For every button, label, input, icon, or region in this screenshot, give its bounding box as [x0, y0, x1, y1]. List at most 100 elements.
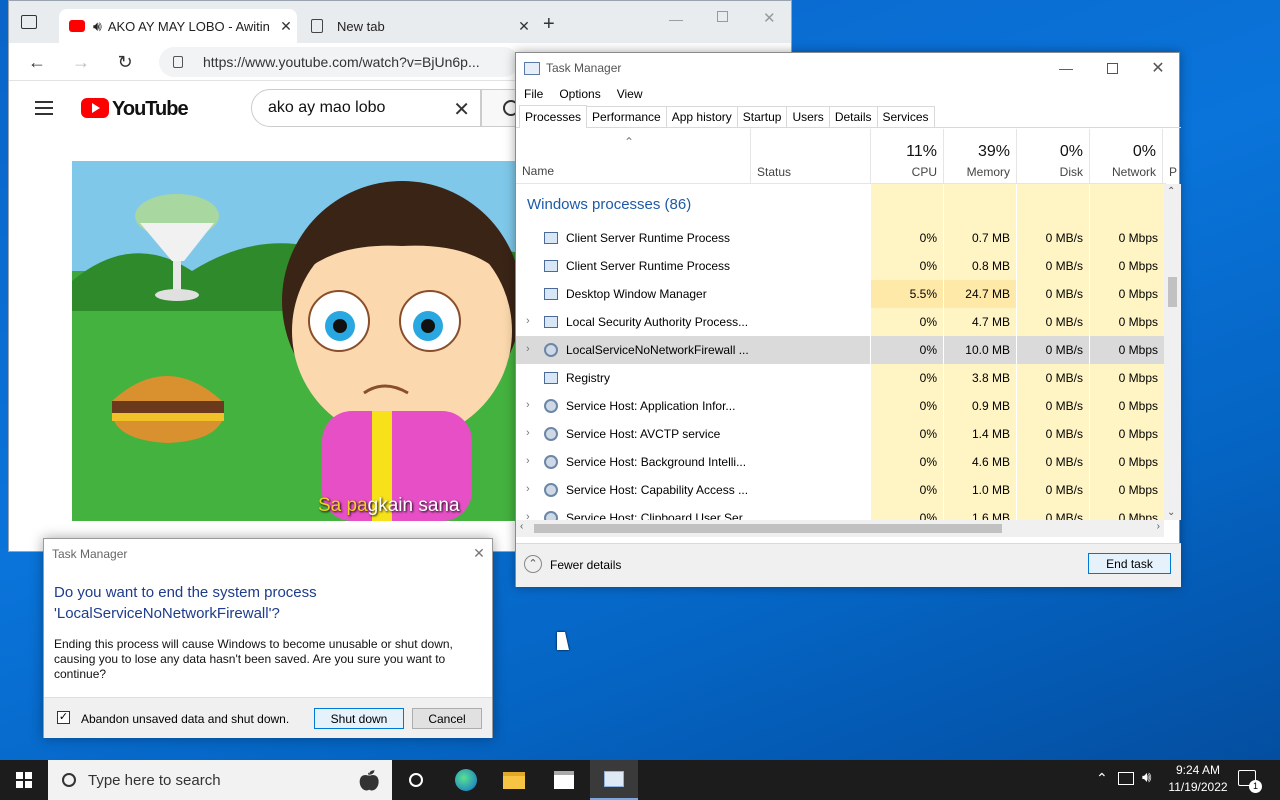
expand-chevron-icon[interactable]: ›	[526, 483, 530, 495]
tab-services[interactable]: Services	[876, 106, 935, 127]
clock[interactable]: 9:24 AM 11/19/2022	[1160, 762, 1236, 798]
volume-icon[interactable]: 🔊︎	[1142, 769, 1151, 786]
close-icon[interactable]: ✕	[763, 9, 776, 27]
col-power[interactable]: P	[1162, 129, 1177, 184]
tab-actions-icon[interactable]	[21, 15, 37, 29]
shut-down-button[interactable]: Shut down	[314, 708, 404, 729]
col-cpu[interactable]: 11% CPU	[870, 129, 943, 184]
minimize-icon[interactable]: —	[669, 11, 683, 27]
table-row[interactable]: › Service Host: Capability Access ... 0% 1.…	[516, 476, 1164, 504]
collapse-icon[interactable]: ⌃	[524, 555, 542, 573]
dialog-heading: Do you want to end the system process 'L…	[54, 584, 317, 622]
app-window-icon	[544, 232, 558, 244]
scroll-left-icon[interactable]: ‹	[520, 521, 523, 532]
youtube-logo-icon[interactable]	[81, 98, 109, 118]
file-explorer-icon[interactable]	[490, 760, 538, 800]
table-row[interactable]: › LocalServiceNoNetworkFirewall ... 0% 10.0…	[516, 336, 1164, 364]
expand-chevron-icon[interactable]: ›	[526, 343, 530, 355]
tab-performance[interactable]: Performance	[586, 106, 667, 127]
forward-icon[interactable]: →	[67, 49, 95, 75]
vertical-scrollbar[interactable]: ⌃ ⌄	[1164, 184, 1181, 520]
table-row[interactable]: Client Server Runtime Process 0% 0.7 MB 0 M…	[516, 224, 1164, 252]
address-bar[interactable]: https://www.youtube.com/watch?v=BjUn6p..…	[159, 47, 519, 77]
menu-options[interactable]: Options	[551, 87, 608, 101]
table-row[interactable]: Desktop Window Manager 5.5% 24.7 MB 0 MB/s 0…	[516, 280, 1164, 308]
disk-cell: 0 MB/s	[1017, 448, 1089, 476]
col-network[interactable]: 0% Network	[1089, 129, 1162, 184]
disk-cell: 0 MB/s	[1017, 280, 1089, 308]
cancel-button[interactable]: Cancel	[412, 708, 482, 729]
youtube-logo-text[interactable]: YouTube	[112, 98, 189, 121]
tab-app-history[interactable]: App history	[665, 106, 738, 127]
scroll-thumb[interactable]	[1168, 277, 1177, 307]
memory-cell: 0.7 MB	[944, 224, 1016, 252]
scroll-down-icon[interactable]: ⌄	[1167, 507, 1175, 518]
scroll-up-icon[interactable]: ⌃	[1167, 186, 1175, 197]
notification-badge: 1	[1249, 780, 1262, 793]
close-icon[interactable]: ✕	[1135, 53, 1181, 83]
close-tab-icon[interactable]: ✕	[275, 18, 297, 35]
task-view-icon[interactable]	[392, 760, 440, 800]
close-tab-icon[interactable]: ✕	[513, 18, 535, 35]
checkbox-label[interactable]: Abandon unsaved data and shut down.	[81, 712, 289, 726]
fewer-details-link[interactable]: Fewer details	[550, 558, 621, 572]
table-row[interactable]: › Service Host: AVCTP service 0% 1.4 MB 0 MB…	[516, 420, 1164, 448]
scroll-right-icon[interactable]: ›	[1157, 521, 1160, 532]
expand-chevron-icon[interactable]: ›	[526, 315, 530, 327]
network-icon[interactable]	[1118, 772, 1134, 785]
table-row[interactable]: › Local Security Authority Process... 0% 4.…	[516, 308, 1164, 336]
minimize-icon[interactable]: —	[1043, 53, 1089, 83]
start-button[interactable]	[0, 760, 48, 800]
expand-chevron-icon[interactable]: ›	[526, 427, 530, 439]
expand-chevron-icon[interactable]: ›	[526, 511, 530, 520]
search-input[interactable]: ako ay mao lobo ✕	[251, 89, 481, 127]
clear-search-icon[interactable]: ✕	[453, 97, 470, 122]
col-status[interactable]: Status	[750, 129, 870, 184]
process-name: Local Security Authority Process...	[566, 315, 749, 329]
task-manager-taskbar-icon[interactable]	[590, 760, 638, 800]
table-row[interactable]: Client Server Runtime Process 0% 0.8 MB 0 M…	[516, 252, 1164, 280]
horizontal-scrollbar[interactable]: ‹ ›	[516, 520, 1164, 537]
menu-icon[interactable]	[35, 101, 53, 115]
close-icon[interactable]: ✕	[470, 544, 488, 562]
tab-startup[interactable]: Startup	[736, 106, 788, 127]
process-name-cell: › Service Host: AVCTP service	[516, 420, 870, 448]
scroll-thumb[interactable]	[534, 524, 1002, 533]
menu-view[interactable]: View	[609, 87, 651, 101]
speaker-icon[interactable]: 🔊︎	[93, 18, 102, 35]
taskbar-search[interactable]: Type here to search 🍎︎	[48, 760, 392, 800]
maximize-icon[interactable]	[717, 11, 728, 22]
tab-strip: 🔊︎ AKO AY MAY LOBO - Awitin ✕ New tab ✕ …	[9, 1, 791, 43]
end-task-button[interactable]: End task	[1088, 553, 1171, 574]
expand-chevron-icon[interactable]: ›	[526, 455, 530, 467]
tab-details[interactable]: Details	[828, 106, 878, 127]
tab-users[interactable]: Users	[786, 106, 830, 127]
col-disk[interactable]: 0% Disk	[1016, 129, 1089, 184]
table-row[interactable]: › Service Host: Background Intelli... 0% 4.…	[516, 448, 1164, 476]
abandon-checkbox[interactable]: ✓	[57, 711, 70, 724]
memory-cell: 1.0 MB	[944, 476, 1016, 504]
back-icon[interactable]: ←	[23, 49, 51, 75]
table-row[interactable]: Registry 0% 3.8 MB 0 MB/s 0 Mbps	[516, 364, 1164, 392]
lock-icon[interactable]	[173, 56, 183, 68]
store-icon[interactable]	[540, 760, 588, 800]
expand-chevron-icon[interactable]: ›	[526, 399, 530, 411]
maximize-icon[interactable]	[1089, 53, 1135, 83]
notification-icon[interactable]: 1	[1238, 770, 1262, 793]
table-row[interactable]: › Service Host: Application Infor... 0% 0.9…	[516, 392, 1164, 420]
chevron-up-icon[interactable]: ⌃	[1096, 770, 1108, 787]
tab-processes[interactable]: Processes	[519, 105, 588, 128]
col-memory[interactable]: 39% Memory	[943, 129, 1016, 184]
table-row[interactable]: › Service Host: Clipboard User Ser... 0% 1.…	[516, 504, 1164, 520]
tab-new[interactable]: New tab ✕	[299, 9, 535, 43]
process-name-cell: › Local Security Authority Process...	[516, 308, 870, 336]
process-name-cell: › LocalServiceNoNetworkFirewall ...	[516, 336, 870, 364]
video-player[interactable]: Sa pagkain sana	[72, 161, 532, 521]
tab-youtube[interactable]: 🔊︎ AKO AY MAY LOBO - Awitin ✕	[59, 9, 297, 43]
group-header-row[interactable]: Windows processes (86)	[516, 184, 1164, 224]
edge-icon[interactable]	[442, 760, 490, 800]
menu-file[interactable]: File	[516, 87, 551, 101]
col-name[interactable]: Name	[522, 164, 554, 178]
new-tab-icon[interactable]: +	[543, 13, 555, 36]
refresh-icon[interactable]: ↻	[111, 49, 139, 75]
